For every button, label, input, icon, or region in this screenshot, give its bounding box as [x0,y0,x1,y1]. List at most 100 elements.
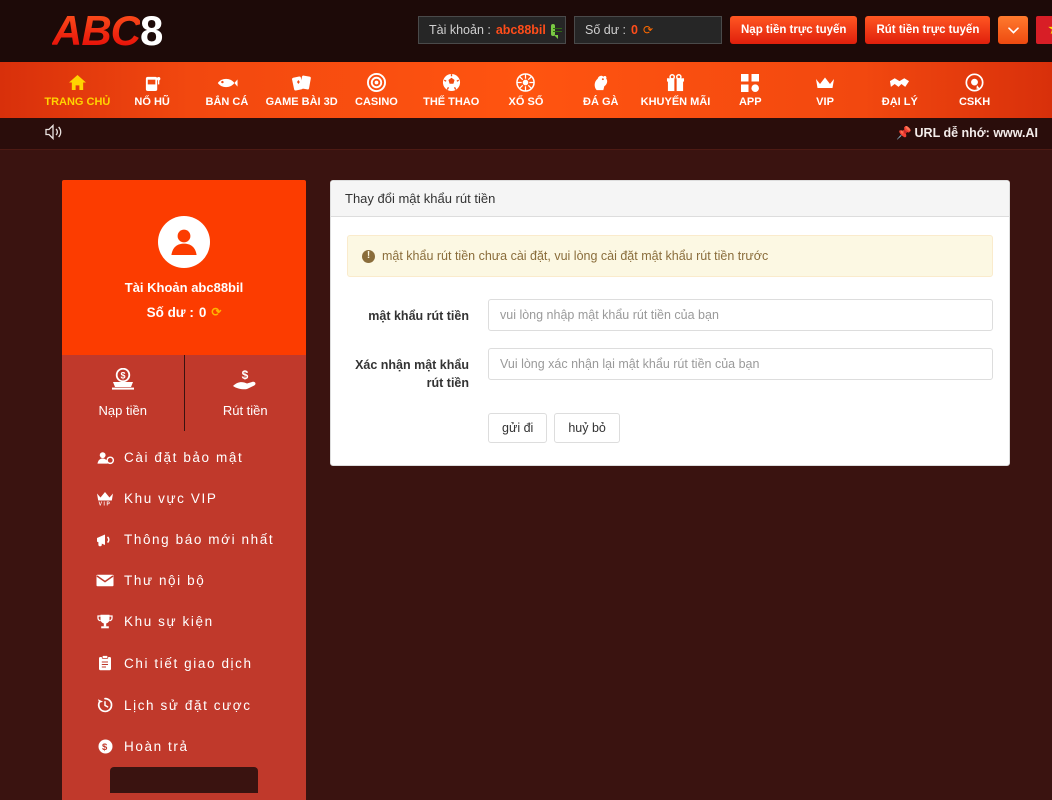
history-clock-icon [96,697,114,713]
nav-item-dai-ly[interactable]: ĐẠI LÝ [862,62,937,118]
home-icon [68,73,87,93]
sidebar-item-khu-vuc-vip[interactable]: VIP Khu vực VIP [62,478,306,519]
warning-alert: ! mật khẩu rút tiền chưa cài đặt, vui lò… [347,235,993,277]
top-bar: ABC8 Tài khoản : abc88bil Số dư : 0 ⟳ Nạ… [0,0,1052,62]
sidebar-item-label: Khu vực VIP [124,491,218,506]
nav-item-cskh[interactable]: CSKH [937,62,1012,118]
withdraw-hand-icon: $ [231,368,259,395]
chevron-down-icon[interactable] [998,16,1029,44]
announcement-url: URL dễ nhớ: www.AI [914,126,1038,140]
speaker-icon[interactable] [44,123,66,144]
chat-icon[interactable] [550,24,563,39]
cancel-button[interactable]: huỷ bỏ [554,413,620,444]
withdraw-button[interactable]: $ Rút tiền [184,355,306,431]
nav-item-vip[interactable]: VIP [788,62,863,118]
sidebar-item-label: Thông báo mới nhất [124,532,275,547]
nav-label: ĐẠI LÝ [881,95,918,108]
nav-item-game-bai-3d[interactable]: GAME BÀI 3D [264,62,339,118]
profile-balance-value: 0 [198,304,207,320]
site-logo[interactable]: ABC8 [52,10,163,52]
user-avatar-icon [171,229,197,255]
info-icon: ! [362,249,375,263]
flag-star-icon: ★ [1047,22,1052,38]
main-navigation: TRANG CHỦ NỔ HŨ BẮN CÁ GAME BÀI 3D CASIN… [0,62,1052,118]
account-display[interactable]: Tài khoản : abc88bil [418,16,566,44]
nav-label: XỔ SỐ [508,95,544,108]
lottery-wheel-icon [516,73,536,93]
nav-item-app[interactable]: APP [713,62,788,118]
deposit-online-button[interactable]: Nạp tiền trực tuyến [730,16,858,44]
withdraw-label: Rút tiền [222,403,268,418]
page-title: Thay đổi mật khẩu rút tiền [331,181,1009,217]
balance-value: 0 [631,23,638,37]
confirm-withdraw-password-input[interactable] [488,348,993,380]
vip-crown-icon: VIP [96,491,114,506]
confirm-withdraw-password-control [469,348,993,380]
nav-label: TRANG CHỦ [44,95,111,108]
deposit-coin-icon: $ [110,367,136,395]
sidebar-item-thong-bao-moi-nhat[interactable]: Thông báo mới nhất [62,519,306,560]
envelope-icon [96,574,114,587]
nav-item-the-thao[interactable]: THỂ THAO [414,62,489,118]
sidebar-item-chi-tiet-giao-dich[interactable]: Chi tiết giao dịch [62,642,306,684]
refresh-balance-icon[interactable]: ⟳ [643,23,653,37]
sidebar-item-label: Thư nội bộ [124,573,206,588]
sidebar: Tài Khoản abc88bil Số dư : 0 ⟳ $ Nạp tiề… [62,180,306,800]
profile-card: Tài Khoản abc88bil Số dư : 0 ⟳ [62,180,306,355]
nav-item-trang-chu[interactable]: TRANG CHỦ [40,62,115,118]
form-row-confirm-password: Xác nhận mật khẩu rút tiền [347,348,993,392]
change-withdraw-password-panel: Thay đổi mật khẩu rút tiền ! mật khẩu rú… [330,180,1010,467]
handshake-icon [889,73,910,93]
dollar-circle-icon: $ [96,739,114,754]
warning-alert-text: mật khẩu rút tiền chưa cài đặt, vui lòng… [382,249,769,263]
nav-item-ban-ca[interactable]: BẮN CÁ [190,62,265,118]
form-actions: gửi đi huỷ bỏ [347,413,993,444]
profile-account-name: Tài Khoản abc88bil [124,279,244,295]
nav-item-xo-so[interactable]: XỔ SỐ [489,62,564,118]
sidebar-item-label: Chi tiết giao dịch [124,655,253,671]
deposit-button[interactable]: $ Nạp tiền [62,355,185,431]
clipboard-icon [96,655,114,671]
nav-item-no-hu[interactable]: NỔ HŨ [115,62,190,118]
sidebar-item-cai-dat-bao-mat[interactable]: Cài đặt bảo mật [62,437,306,478]
crown-icon [815,73,835,93]
language-flag-vietnam[interactable]: ★ [1036,16,1052,44]
withdraw-password-control [469,299,993,331]
nav-item-casino[interactable]: CASINO [339,62,414,118]
confirm-withdraw-password-label: Xác nhận mật khẩu rút tiền [355,358,469,391]
account-label: Tài khoản : [429,23,491,37]
avatar [158,215,210,268]
profile-balance: Số dư : 0 ⟳ [147,305,222,320]
nav-label: VIP [816,95,834,108]
nav-label: ĐÁ GÀ [583,95,619,108]
sidebar-item-hoan-tra[interactable]: $ Hoàn trả [62,726,306,767]
support-chat-icon [965,73,984,93]
svg-text:$: $ [102,742,109,753]
balance-label: Số dư : [585,23,627,37]
nav-label: CSKH [958,95,991,108]
nav-item-khuyen-mai[interactable]: KHUYẾN MÃI [638,62,713,118]
trophy-icon [96,614,114,629]
balance-display[interactable]: Số dư : 0 ⟳ [574,16,722,44]
sidebar-menu: Cài đặt bảo mật VIP Khu vực VIP Thông bá… [62,431,306,800]
submit-button[interactable]: gửi đi [488,413,548,444]
sidebar-item-lich-su-dat-cuoc[interactable]: Lịch sử đặt cược [62,684,306,726]
gift-icon [666,73,685,93]
svg-text:$: $ [120,371,125,381]
profile-balance-label: Số dư : [146,304,194,320]
announcement-text: 📌 URL dễ nhớ: www.AI [896,126,1038,141]
withdraw-password-input[interactable] [488,299,993,331]
withdraw-online-button[interactable]: Rút tiền trực tuyến [865,16,991,44]
nav-label: BẮN CÁ [205,95,249,108]
user-shield-icon [96,451,114,465]
nav-label: CASINO [355,95,398,108]
sidebar-item-thu-noi-bo[interactable]: Thư nội bộ [62,560,306,601]
refresh-balance-icon[interactable]: ⟳ [211,305,221,319]
announcement-bar: 📌 URL dễ nhớ: www.AI [0,118,1052,150]
sidebar-item-label: Lịch sử đặt cược [124,697,252,713]
grid-apps-icon [741,73,760,93]
nav-item-da-ga[interactable]: ĐÁ GÀ [563,62,638,118]
sidebar-menu-footer [110,767,258,793]
sidebar-item-khu-su-kien[interactable]: Khu sự kiện [62,601,306,642]
rooster-icon [591,73,610,93]
